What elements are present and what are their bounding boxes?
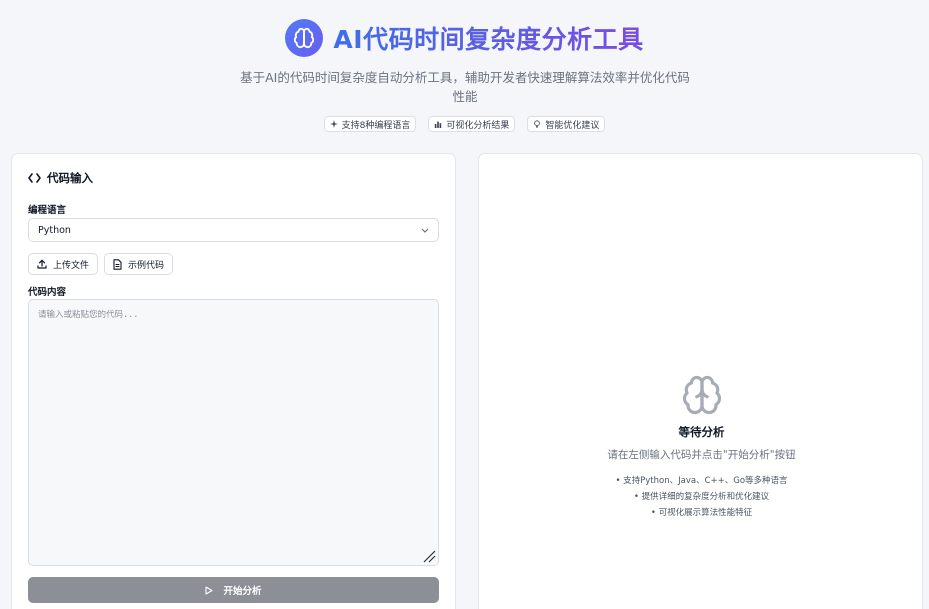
feature-badges: 支持8种编程语言 可视化分析结果 智能优化建议	[0, 116, 929, 132]
feature-badge-visualization: 可视化分析结果	[428, 116, 516, 132]
feature-label: 可视化分析结果	[446, 120, 510, 131]
feature-label: 支持8种编程语言	[341, 120, 411, 131]
bullet-item: • 可视化展示算法性能特征	[650, 508, 753, 518]
language-select-value: Python	[38, 224, 71, 236]
code-content-label: 代码内容	[28, 287, 67, 298]
language-label: 编程语言	[28, 205, 67, 216]
upload-file-label: 上传文件	[53, 260, 90, 271]
code-brackets-icon	[28, 173, 41, 183]
page-subtitle: 基于AI的代码时间复杂度自动分析工具，辅助开发者快速理解算法效率并优化代码性能	[240, 70, 690, 104]
waiting-title: 等待分析	[678, 425, 725, 439]
feature-bullet-list: • 支持Python、Java、C++、Go等多种语言 • 提供详细的复杂度分析…	[479, 473, 924, 521]
bullet-item: • 提供详细的复杂度分析和优化建议	[633, 492, 770, 502]
upload-file-button[interactable]: 上传文件	[28, 253, 99, 275]
example-code-label: 示例代码	[128, 260, 165, 271]
page-header: AI代码时间复杂度分析工具 基于AI的代码时间复杂度自动分析工具，辅助开发者快速…	[0, 0, 929, 150]
feature-label: 智能优化建议	[545, 120, 600, 131]
resize-grip-icon[interactable]	[422, 549, 436, 563]
feature-badge-languages: 支持8种编程语言	[323, 116, 417, 132]
start-analysis-label: 开始分析	[223, 586, 262, 597]
chevron-down-icon	[421, 228, 429, 233]
code-input-title: 代码输入	[47, 171, 93, 185]
code-placeholder: 请输入或粘贴您的代码...	[38, 310, 139, 320]
page-title: AI代码时间复杂度分析工具	[333, 20, 643, 56]
example-code-button[interactable]: 示例代码	[104, 253, 174, 275]
brain-logo-icon	[285, 19, 324, 57]
code-textarea[interactable]: 请输入或粘贴您的代码...	[28, 299, 439, 566]
input-actions: 上传文件 示例代码	[28, 253, 174, 275]
brain-icon	[479, 374, 924, 416]
start-analysis-button[interactable]: 开始分析	[28, 577, 439, 603]
bar-chart-icon	[435, 121, 442, 128]
play-icon	[205, 585, 214, 595]
upload-icon	[37, 259, 47, 269]
title-row: AI代码时间复杂度分析工具	[0, 19, 929, 57]
file-text-icon	[113, 258, 122, 270]
code-input-header: 代码输入	[28, 170, 93, 186]
bullet-item: • 支持Python、Java、C++、Go等多种语言	[615, 476, 788, 486]
waiting-state: 等待分析 请在左侧输入代码并点击"开始分析"按钮 • 支持Python、Java…	[479, 374, 924, 521]
lightbulb-icon	[534, 120, 541, 128]
feature-badge-suggestions: 智能优化建议	[527, 116, 606, 132]
analysis-result-panel: 等待分析 请在左侧输入代码并点击"开始分析"按钮 • 支持Python、Java…	[478, 153, 923, 609]
code-input-panel: 代码输入 编程语言 Python 上传文件 示例代码 代码内容 请输入或粘贴您的…	[11, 153, 456, 609]
waiting-description: 请在左侧输入代码并点击"开始分析"按钮	[607, 449, 796, 461]
sparkle-icon	[329, 120, 338, 128]
language-select[interactable]: Python	[28, 218, 439, 242]
